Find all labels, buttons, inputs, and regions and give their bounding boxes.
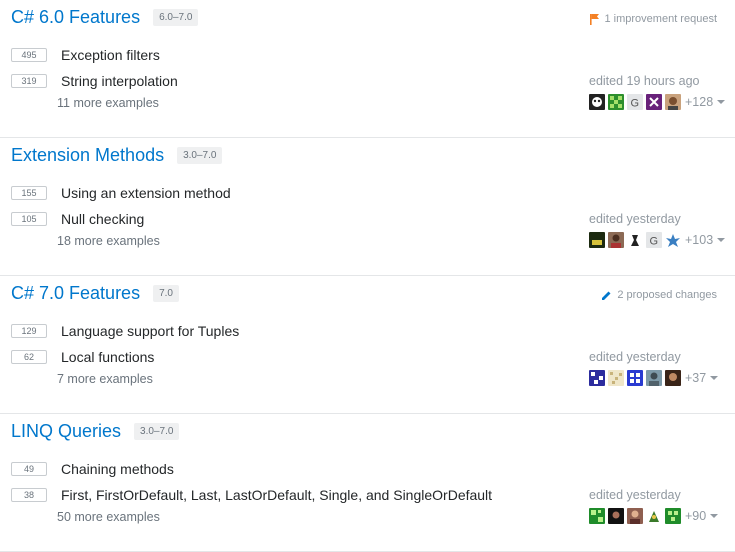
vote-count: 49 [11,462,47,476]
topic-title-link[interactable]: C# 7.0 Features [11,283,140,304]
example-title[interactable]: String interpolation [61,73,178,89]
more-editors-dropdown[interactable]: +103 [685,233,726,247]
example-title[interactable]: Local functions [61,349,154,365]
avatar[interactable] [627,508,643,524]
example-title[interactable]: Exception filters [61,47,160,63]
avatar[interactable] [608,508,624,524]
topic-title-link[interactable]: Extension Methods [11,145,164,166]
more-editors-dropdown[interactable]: +128 [685,95,726,109]
edited-timestamp: edited yesterday [589,212,681,226]
more-editors-dropdown[interactable]: +90 [685,509,719,523]
topic-card: C# 7.0 Features 7.0 2 proposed changes 1… [0,276,735,414]
topic-header: Extension Methods 3.0–7.0 [11,145,223,166]
example-title[interactable]: First, FirstOrDefault, Last, LastOrDefau… [61,487,492,503]
improvement-request-link[interactable]: 1 improvement request [589,13,718,25]
svg-text:G: G [650,236,659,248]
edited-timestamp: edited yesterday [589,488,681,502]
avatar[interactable] [646,508,662,524]
avatar[interactable] [608,94,624,110]
more-examples-link[interactable]: 18 more examples [57,234,160,248]
more-examples-link[interactable]: 11 more examples [57,96,159,110]
more-editors-dropdown[interactable]: +37 [685,371,719,385]
version-badge: 6.0–7.0 [153,9,199,26]
pencil-icon [601,290,612,301]
example-item[interactable]: 129 Language support for Tuples [11,318,239,344]
proposed-changes-link[interactable]: 2 proposed changes [601,289,717,301]
avatar[interactable] [589,94,605,110]
avatar[interactable] [627,232,643,248]
vote-count: 495 [11,48,47,62]
chevron-down-icon [710,514,719,518]
avatar[interactable] [608,370,624,386]
avatar[interactable] [589,232,605,248]
example-list: 49 Chaining methods 38 First, FirstOrDef… [11,456,492,508]
example-title[interactable]: Null checking [61,211,144,227]
editor-avatars: +37 [589,370,719,386]
topic-card: LINQ Queries 3.0–7.0 49 Chaining methods… [0,414,735,552]
example-title[interactable]: Using an extension method [61,185,231,201]
topic-header: C# 7.0 Features 7.0 [11,283,179,304]
avatar[interactable] [646,370,662,386]
editor-avatars: G +128 [589,94,726,110]
avatar[interactable] [589,508,605,524]
request-text: 1 improvement request [604,13,718,25]
chevron-down-icon [710,376,719,380]
example-list: 129 Language support for Tuples 62 Local… [11,318,239,370]
avatar[interactable] [646,94,662,110]
vote-count: 129 [11,324,47,338]
avatar[interactable]: G [646,232,662,248]
more-editors-count: +90 [685,509,707,523]
avatar[interactable] [665,508,681,524]
version-badge: 3.0–7.0 [134,423,180,440]
request-text: 2 proposed changes [617,289,717,301]
topic-header: LINQ Queries 3.0–7.0 [11,421,180,442]
avatar[interactable]: G [627,94,643,110]
avatar[interactable] [608,232,624,248]
topic-header: C# 6.0 Features 6.0–7.0 [11,7,199,28]
example-title[interactable]: Chaining methods [61,461,174,477]
example-list: 495 Exception filters 319 String interpo… [11,42,178,94]
avatar[interactable] [665,370,681,386]
edited-timestamp: edited yesterday [589,350,681,364]
avatar[interactable] [665,232,681,248]
more-examples-link[interactable]: 7 more examples [57,372,153,386]
avatar[interactable] [627,370,643,386]
vote-count: 319 [11,74,47,88]
svg-text:G: G [631,98,640,110]
topic-title-link[interactable]: LINQ Queries [11,421,121,442]
more-editors-count: +103 [685,233,714,247]
example-title[interactable]: Language support for Tuples [61,323,239,339]
topic-title-link[interactable]: C# 6.0 Features [11,7,140,28]
edited-timestamp: edited 19 hours ago [589,74,700,88]
editor-avatars: G +103 [589,232,726,248]
vote-count: 155 [11,186,47,200]
example-item[interactable]: 105 Null checking [11,206,231,232]
version-badge: 3.0–7.0 [177,147,223,164]
chevron-down-icon [717,100,726,104]
vote-count: 62 [11,350,47,364]
vote-count: 105 [11,212,47,226]
example-item[interactable]: 62 Local functions [11,344,239,370]
example-list: 155 Using an extension method 105 Null c… [11,180,231,232]
avatar[interactable] [589,370,605,386]
flag-icon [589,13,600,25]
more-editors-count: +37 [685,371,707,385]
version-badge: 7.0 [153,285,179,302]
topic-card: C# 6.0 Features 6.0–7.0 1 improvement re… [0,0,735,138]
vote-count: 38 [11,488,47,502]
more-examples-link[interactable]: 50 more examples [57,510,160,524]
editor-avatars: +90 [589,508,719,524]
more-editors-count: +128 [685,95,714,109]
topic-card: Extension Methods 3.0–7.0 155 Using an e… [0,138,735,276]
chevron-down-icon [717,238,726,242]
example-item[interactable]: 495 Exception filters [11,42,178,68]
example-item[interactable]: 49 Chaining methods [11,456,492,482]
example-item[interactable]: 38 First, FirstOrDefault, Last, LastOrDe… [11,482,492,508]
example-item[interactable]: 155 Using an extension method [11,180,231,206]
example-item[interactable]: 319 String interpolation [11,68,178,94]
avatar[interactable] [665,94,681,110]
